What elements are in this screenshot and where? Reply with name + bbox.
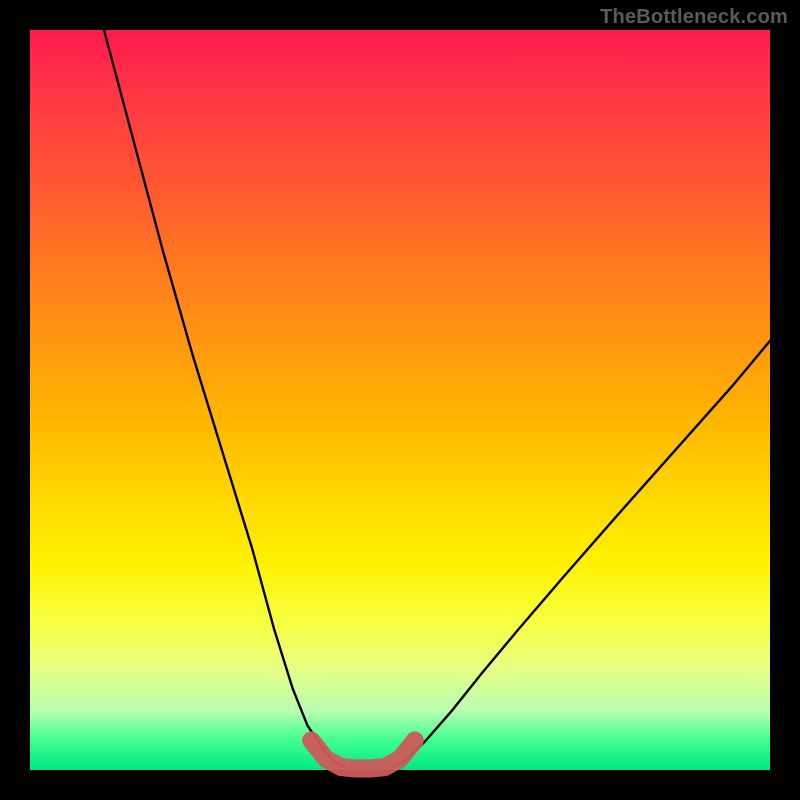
left-curve — [104, 30, 345, 767]
right-curve — [393, 341, 770, 767]
curves-layer — [30, 30, 770, 770]
watermark-label: TheBottleneck.com — [600, 6, 788, 29]
plot-area — [30, 30, 770, 770]
chart-frame: TheBottleneck.com — [0, 0, 800, 800]
bottom-marker — [311, 740, 415, 768]
